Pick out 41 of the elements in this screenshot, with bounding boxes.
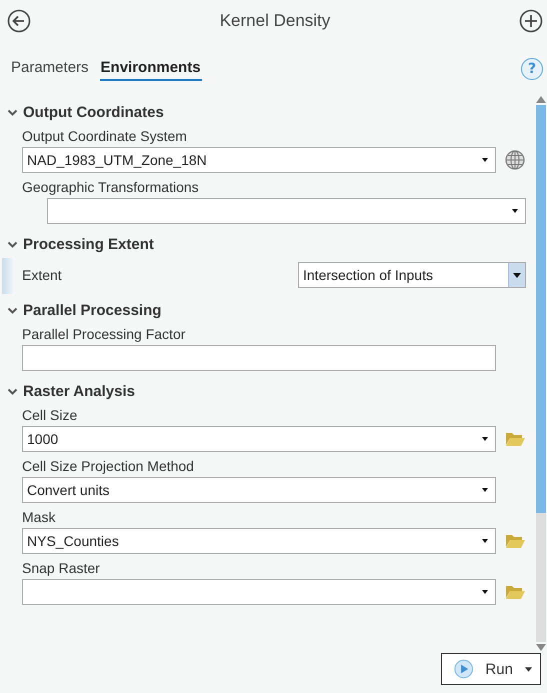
section-heading: Raster Analysis <box>23 382 136 400</box>
field-label: Output Coordinate System <box>22 128 188 144</box>
dropdown-field[interactable] <box>22 579 496 605</box>
caret-icon[interactable] <box>482 488 488 492</box>
scrollbar-track[interactable] <box>536 105 546 642</box>
dropdown-field[interactable] <box>47 198 526 224</box>
text-field[interactable] <box>22 345 496 371</box>
scrollbar-thumb[interactable] <box>536 105 546 514</box>
dropdown-field[interactable]: Convert units <box>22 477 496 503</box>
scroll-up-icon[interactable] <box>536 96 546 103</box>
field-label: Geographic Transformations <box>22 179 200 195</box>
field-label: Extent <box>22 267 62 283</box>
dropdown-field[interactable]: NAD_1983_UTM_Zone_18N <box>22 147 496 173</box>
caret-icon[interactable] <box>512 209 518 213</box>
caret-icon[interactable] <box>513 272 521 278</box>
tab[interactable]: Parameters <box>10 57 90 81</box>
section-heading: Processing Extent <box>23 236 154 252</box>
globe-icon[interactable] <box>504 149 526 171</box>
field-label: Parallel Processing Factor <box>22 326 186 342</box>
field-label: Cell Size <box>22 407 78 423</box>
caret-icon[interactable] <box>482 590 488 594</box>
field-label: Cell Size Projection Method <box>22 458 195 474</box>
dropdown-field[interactable]: NYS_Counties <box>22 528 496 554</box>
dropdown-arrow-button[interactable] <box>508 263 525 287</box>
section-heading: Parallel Processing <box>23 302 162 318</box>
dropdown-field[interactable]: 1000 <box>22 426 496 452</box>
add-button[interactable] <box>519 9 543 33</box>
caret-icon[interactable] <box>524 666 532 672</box>
field-label: Mask <box>22 509 56 525</box>
tab[interactable]: Environments <box>100 57 202 81</box>
section-heading: Output Coordinates <box>23 104 164 120</box>
caret-icon[interactable] <box>482 158 488 162</box>
run-button[interactable]: Run <box>441 653 541 685</box>
caret-icon[interactable] <box>482 437 488 441</box>
field-label: Snap Raster <box>22 560 101 576</box>
back-button[interactable] <box>7 9 31 33</box>
dropdown-field[interactable]: Intersection of Inputs <box>298 262 526 288</box>
play-icon <box>454 658 474 680</box>
caret-icon[interactable] <box>482 539 488 543</box>
tool-title: Kernel Density <box>218 11 332 31</box>
scroll-down-icon[interactable] <box>536 644 546 651</box>
